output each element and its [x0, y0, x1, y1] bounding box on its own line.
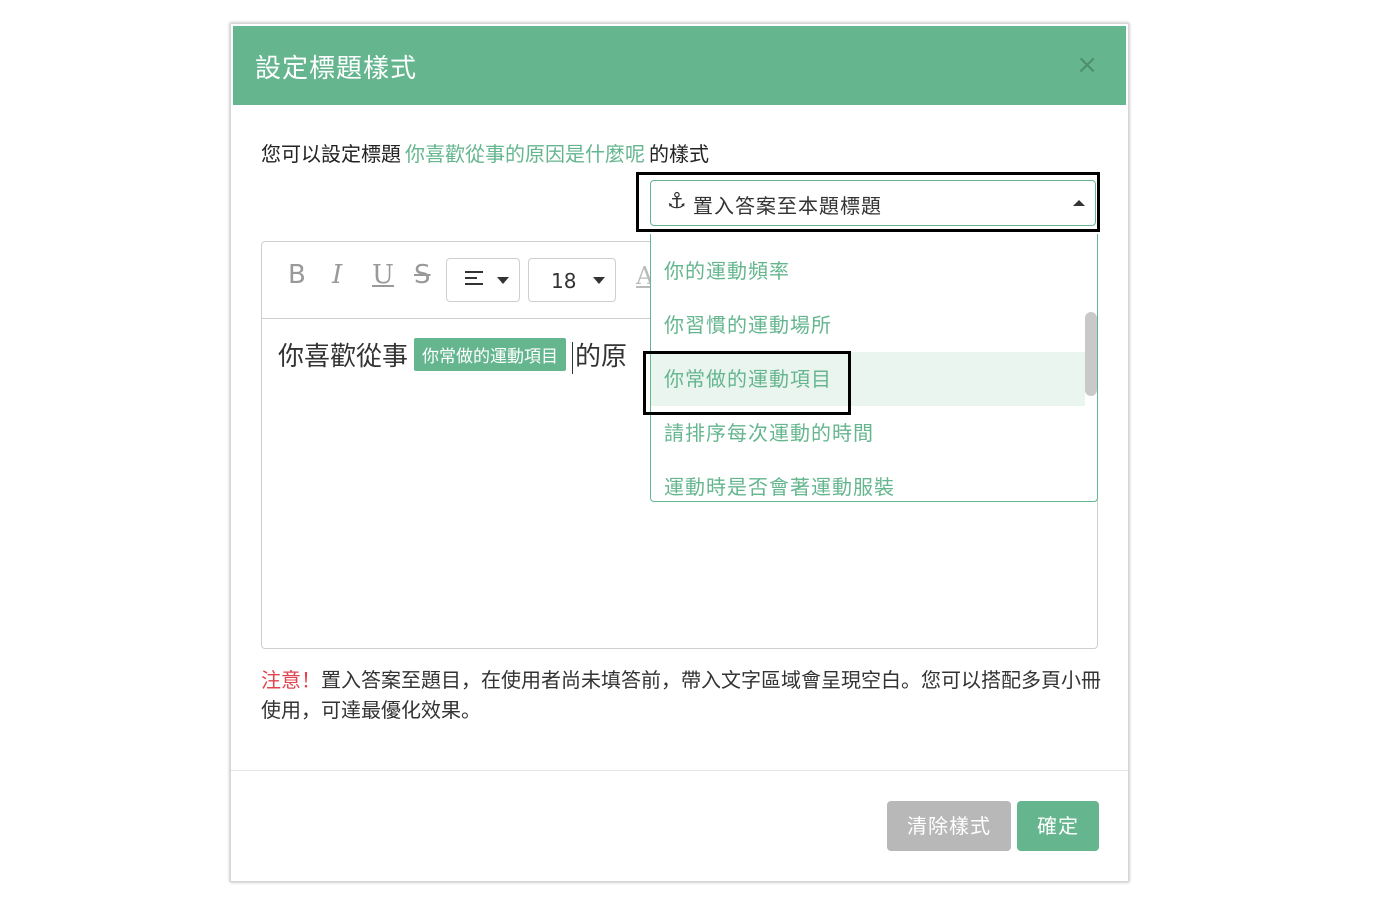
answer-tag[interactable]: 你常做的運動項目 — [414, 338, 567, 371]
chevron-down-icon — [497, 277, 509, 284]
align-left-icon — [465, 271, 483, 289]
intro-suffix: 的樣式 — [649, 142, 709, 166]
align-dropdown[interactable] — [446, 258, 520, 302]
footer-divider — [231, 770, 1128, 771]
confirm-button[interactable]: 確定 — [1017, 801, 1099, 851]
font-size-value: 18 — [551, 269, 577, 293]
strikethrough-button[interactable]: S — [414, 260, 431, 290]
bold-button[interactable]: B — [288, 260, 306, 290]
menu-item[interactable]: 你的運動頻率 — [651, 244, 1085, 298]
close-icon[interactable]: × — [1076, 50, 1098, 80]
italic-button[interactable]: I — [332, 260, 342, 290]
intro-question-title: 你喜歡從事的原因是什麼呢 — [405, 142, 645, 166]
menu-item[interactable]: 你習慣的運動場所 — [651, 298, 1085, 352]
editor-text-before: 你喜歡從事 — [278, 342, 409, 372]
text-cursor — [572, 341, 574, 374]
dialog: 設定標題樣式 × 您可以設定標題 你喜歡從事的原因是什麼呢 的樣式 B I U S … — [230, 23, 1129, 882]
chevron-up-icon — [1073, 200, 1085, 206]
menu-scrollbar[interactable] — [1085, 312, 1097, 396]
editor-text-after: 的原 — [575, 342, 628, 372]
chevron-down-icon — [593, 277, 605, 284]
anchor-icon: ⚓ — [667, 189, 687, 214]
insert-answer-select[interactable]: ⚓ 置入答案至本題標題 — [650, 180, 1096, 226]
select-label: 置入答案至本題標題 — [693, 194, 882, 218]
notice-text: 注意！置入答案至題目，在使用者尚未填答前，帶入文字區域會呈現空白。您可以搭配多頁… — [261, 665, 1101, 725]
underline-button[interactable]: U — [372, 260, 394, 290]
intro-prefix: 您可以設定標題 — [261, 142, 401, 166]
intro-text: 您可以設定標題 你喜歡從事的原因是什麼呢 的樣式 — [261, 138, 709, 167]
dialog-title: 設定標題樣式 — [255, 54, 418, 84]
editor-content[interactable]: 你喜歡從事 你常做的運動項目 的原 — [278, 336, 627, 374]
menu-item[interactable]: 運動時是否會著運動服裝 — [651, 460, 1085, 501]
notice-warning: 注意！ — [261, 668, 321, 692]
font-size-dropdown[interactable]: 18 — [528, 258, 616, 302]
clear-style-button[interactable]: 清除樣式 — [887, 801, 1011, 851]
highlight-box-item — [643, 351, 851, 415]
notice-body: 置入答案至題目，在使用者尚未填答前，帶入文字區域會呈現空白。您可以搭配多頁小冊使… — [261, 668, 1101, 722]
dialog-header: 設定標題樣式 × — [233, 26, 1126, 105]
